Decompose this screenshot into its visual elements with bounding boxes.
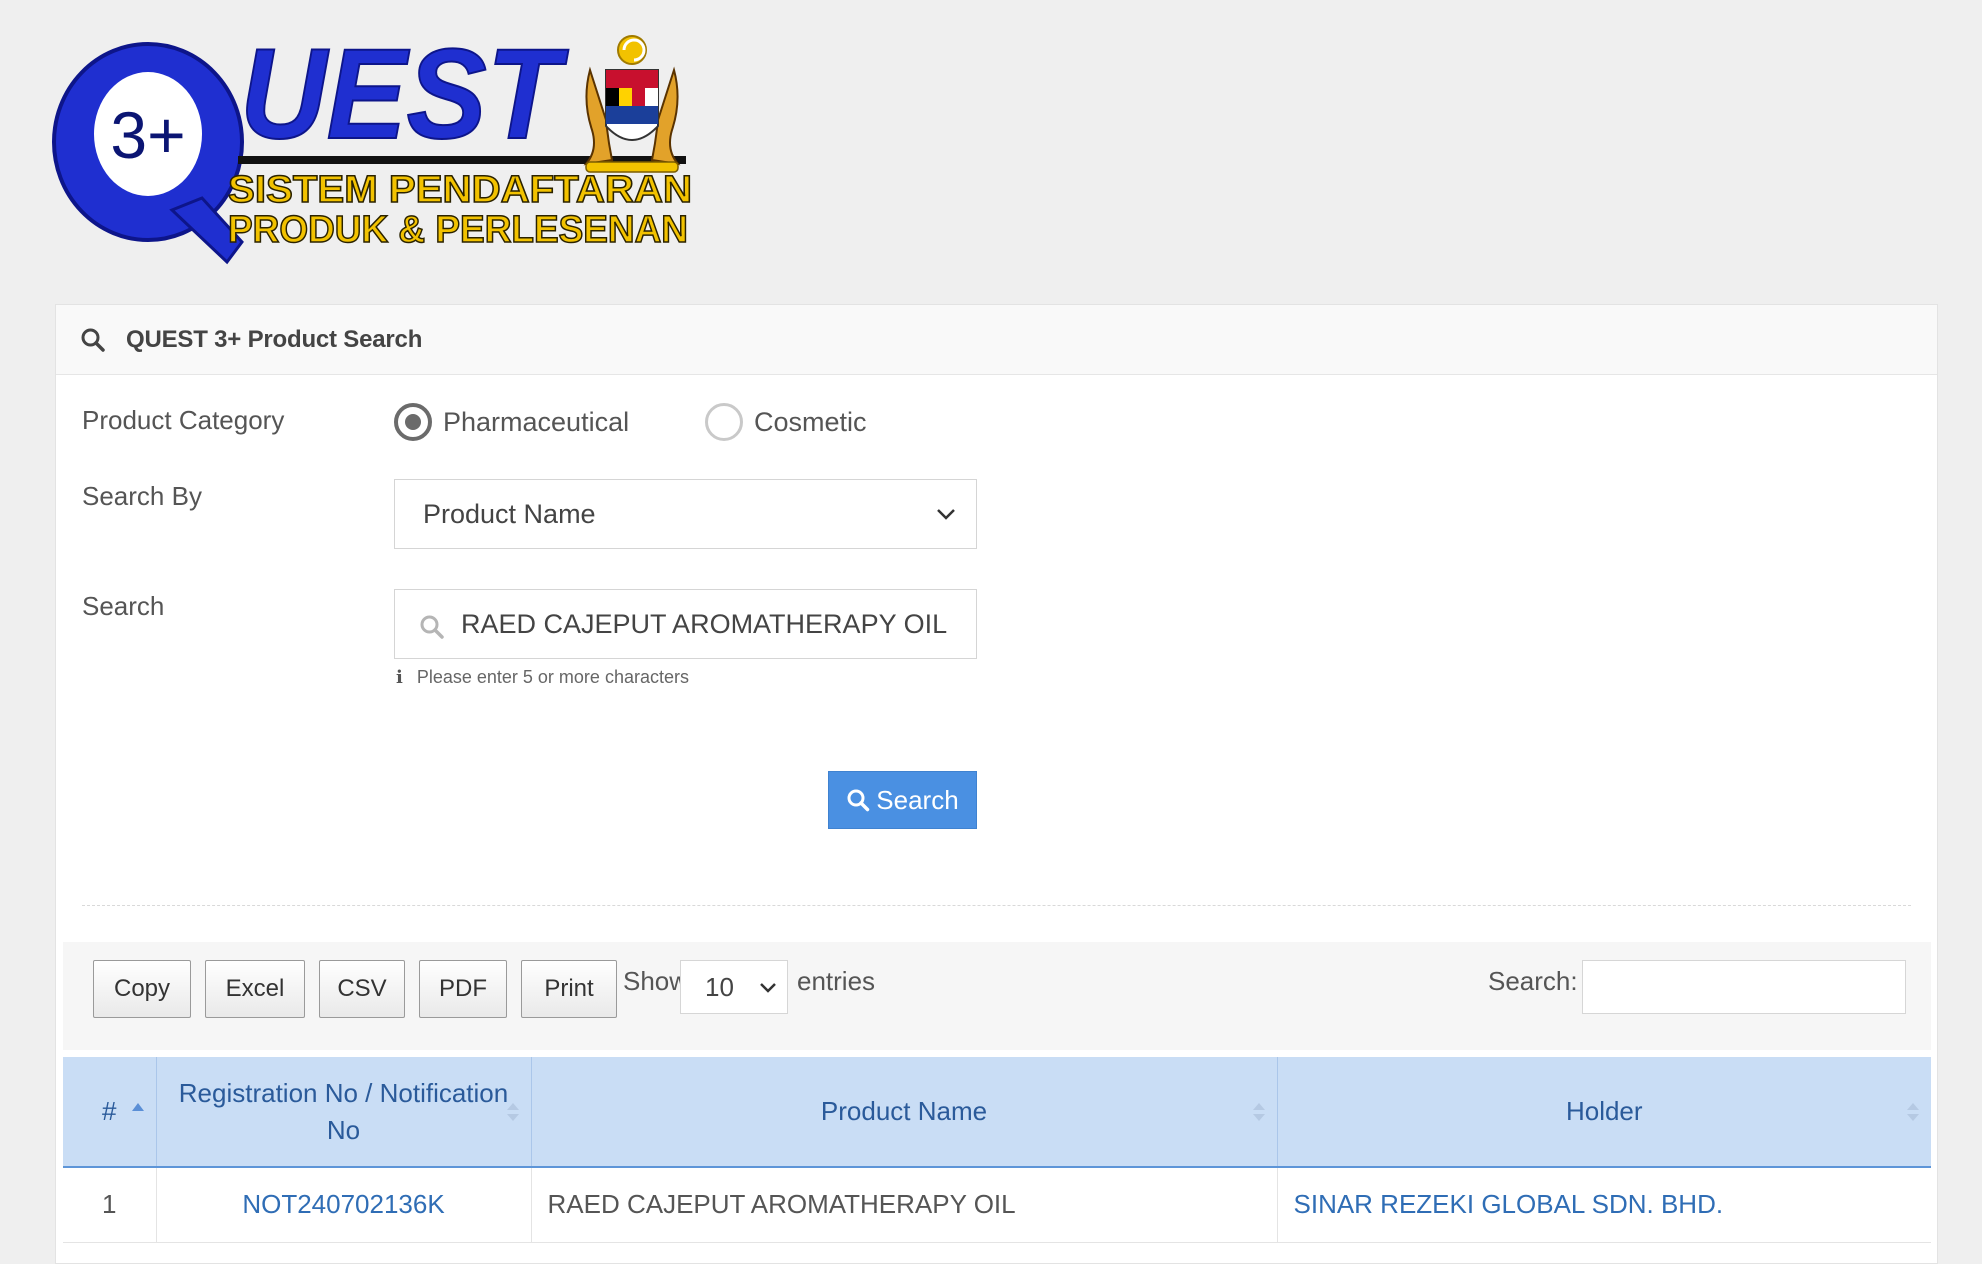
radio-checked-icon [394, 403, 432, 441]
pdf-button[interactable]: PDF [419, 960, 507, 1018]
results-table: # Registration No / Notification No Prod… [63, 1057, 1931, 1243]
cell-holder: SINAR REZEKI GLOBAL SDN. BHD. [1277, 1167, 1931, 1243]
col-header-number[interactable]: # [63, 1057, 157, 1168]
product-category-label: Product Category [82, 405, 285, 435]
svg-text:UEST: UEST [240, 30, 569, 166]
radio-pharmaceutical-label: Pharmaceutical [443, 406, 630, 437]
info-icon: i [396, 667, 403, 688]
search-hint-text: Please enter 5 or more characters [416, 667, 689, 687]
registration-no-link[interactable]: NOT240702136K [242, 1189, 444, 1219]
table-row: 1 NOT240702136K RAED CAJEPUT AROMATHERAP… [63, 1167, 1931, 1243]
excel-button[interactable]: Excel [205, 960, 305, 1018]
table-header-row: # Registration No / Notification No Prod… [63, 1057, 1931, 1168]
coat-of-arms-emblem [583, 35, 681, 173]
col-header-registration-no[interactable]: Registration No / Notification No [156, 1057, 532, 1168]
panel-heading: QUEST 3+ Product Search [56, 305, 1937, 375]
show-label: Show [623, 966, 689, 996]
panel-title: QUEST 3+ Product Search [126, 325, 423, 353]
holder-link[interactable]: SINAR REZEKI GLOBAL SDN. BHD. [1294, 1189, 1724, 1219]
col-header-registration-label: Registration No / Notification No [178, 1077, 509, 1145]
logo-line1: SISTEM PENDAFTARAN [228, 169, 692, 211]
sort-both-icon [506, 1103, 519, 1121]
cell-product-name: RAED CAJEPUT AROMATHERAPY OIL [531, 1167, 1278, 1243]
radio-cosmetic-label: Cosmetic [754, 406, 867, 437]
col-header-product-name[interactable]: Product Name [531, 1057, 1278, 1168]
cell-registration-no: NOT240702136K [156, 1167, 532, 1243]
table-filter-input[interactable] [1582, 960, 1906, 1014]
search-icon [81, 328, 105, 352]
quest-logo: 3+ UEST SISTEM PENDAFTARAN PRODUK & PERL… [52, 30, 712, 270]
search-icon [847, 789, 870, 812]
table-toolbar: Copy Excel CSV PDF Print Show 10 entries… [63, 942, 1931, 1050]
search-input[interactable]: RAED CAJEPUT AROMATHERAPY OIL [394, 589, 977, 659]
entries-length-value: 10 [705, 971, 734, 1002]
search-label: Search [82, 591, 165, 621]
divider [82, 905, 1911, 906]
search-by-label: Search By [82, 481, 202, 511]
cell-number: 1 [63, 1167, 157, 1243]
sort-asc-icon [131, 1103, 144, 1111]
search-button-label: Search [876, 784, 959, 815]
search-icon [420, 615, 444, 639]
entries-label: entries [797, 966, 876, 996]
product-search-panel: QUEST 3+ Product Search Product Category… [55, 304, 1938, 1264]
search-by-select[interactable]: Product Name [394, 479, 977, 549]
col-header-number-label: # [102, 1096, 117, 1126]
col-header-product-label: Product Name [820, 1096, 988, 1126]
logo-line2: PRODUK & PERLESENAN [228, 209, 688, 251]
logo-badge: 3+ [110, 98, 185, 172]
table-filter-label: Search: [1488, 966, 1578, 996]
col-header-holder-label: Holder [1565, 1096, 1643, 1126]
chevron-down-icon [937, 509, 955, 520]
sort-both-icon [1252, 1103, 1265, 1121]
search-by-value: Product Name [423, 498, 596, 529]
search-button[interactable]: Search [828, 771, 977, 829]
entries-length-select[interactable]: 10 [680, 960, 788, 1014]
print-button[interactable]: Print [521, 960, 617, 1018]
radio-unchecked-icon [705, 403, 743, 441]
radio-cosmetic[interactable]: Cosmetic [705, 403, 867, 441]
chevron-down-icon [760, 983, 776, 993]
search-input-value: RAED CAJEPUT AROMATHERAPY OIL [461, 608, 948, 639]
radio-pharmaceutical[interactable]: Pharmaceutical [394, 403, 629, 441]
copy-button[interactable]: Copy [93, 960, 191, 1018]
sort-both-icon [1907, 1103, 1919, 1121]
csv-button[interactable]: CSV [319, 960, 405, 1018]
col-header-holder[interactable]: Holder [1277, 1057, 1931, 1168]
search-hint: i Please enter 5 or more characters [394, 667, 689, 688]
